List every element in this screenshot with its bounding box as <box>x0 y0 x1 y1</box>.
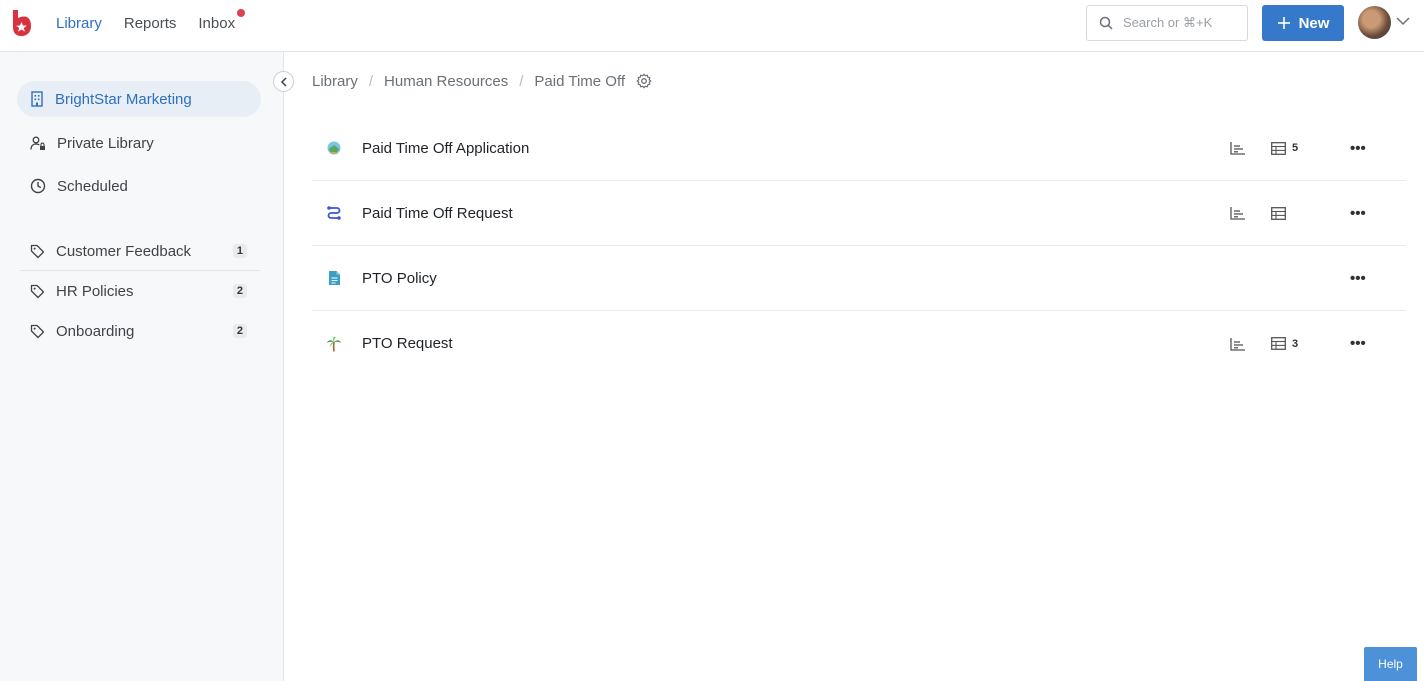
table-icon <box>1271 337 1286 350</box>
item-list: Paid Time Off Application 5 ••• Paid Tim… <box>312 116 1406 376</box>
sidebar-tag-customer-feedback[interactable]: Customer Feedback 1 <box>17 233 261 269</box>
item-name[interactable]: PTO Request <box>362 335 453 352</box>
table-icon <box>1271 206 1286 220</box>
tag-count-badge: 1 <box>232 244 247 258</box>
clock-icon <box>30 178 46 194</box>
table-count[interactable] <box>1271 206 1292 220</box>
item-name[interactable]: Paid Time Off Request <box>362 205 513 222</box>
item-name[interactable]: Paid Time Off Application <box>362 140 529 157</box>
table-count-value: 3 <box>1292 337 1299 350</box>
chart-icon[interactable] <box>1230 206 1246 220</box>
new-button[interactable]: New <box>1262 5 1344 41</box>
list-item[interactable]: Paid Time Off Application 5 ••• <box>312 116 1406 181</box>
sidebar-item-private-library[interactable]: Private Library <box>17 125 261 161</box>
sidebar-tag-label: HR Policies <box>56 282 134 300</box>
document-icon <box>326 270 342 286</box>
table-count-value: 5 <box>1292 142 1299 154</box>
sidebar-tag-label: Onboarding <box>56 322 135 340</box>
chart-icon[interactable] <box>1230 141 1246 155</box>
breadcrumb-paid-time-off: Paid Time Off <box>534 72 626 90</box>
nav-inbox-label: Inbox <box>198 14 236 32</box>
breadcrumb-separator: / <box>519 72 524 90</box>
chevron-left-icon <box>280 76 287 87</box>
notification-dot <box>237 8 246 17</box>
breadcrumb-separator: / <box>368 72 374 90</box>
list-item[interactable]: Paid Time Off Request ••• <box>312 181 1406 246</box>
chevron-down-icon[interactable] <box>1396 16 1410 26</box>
sidebar-item-scheduled[interactable]: Scheduled <box>17 168 261 204</box>
more-options-button[interactable]: ••• <box>1350 335 1366 352</box>
collapse-sidebar-button[interactable] <box>273 71 294 92</box>
breadcrumb-human-resources[interactable]: Human Resources <box>384 73 508 90</box>
new-button-label: New <box>1298 14 1330 32</box>
sidebar: BrightStar Marketing Private Library Sch… <box>0 52 284 681</box>
tag-count-badge: 2 <box>232 284 247 298</box>
table-count[interactable]: 3 <box>1271 337 1298 350</box>
globe-island-icon <box>326 140 342 156</box>
list-item[interactable]: PTO Policy ••• <box>312 246 1406 311</box>
breadcrumb: Library / Human Resources / Paid Time Of… <box>312 70 652 92</box>
plus-icon <box>1277 17 1290 29</box>
tag-count-badge: 2 <box>232 324 247 338</box>
more-options-button[interactable]: ••• <box>1350 205 1366 222</box>
search-input[interactable]: Search or ⌘+K <box>1086 5 1248 41</box>
chart-icon[interactable] <box>1230 337 1246 351</box>
sidebar-tag-hr-policies[interactable]: HR Policies 2 <box>17 273 261 309</box>
top-bar: Library Reports Inbox Search or ⌘+K New <box>0 0 1424 52</box>
nav-reports[interactable]: Reports <box>124 15 177 32</box>
item-name[interactable]: PTO Policy <box>362 270 437 287</box>
palm-tree-icon <box>326 336 342 352</box>
sidebar-item-label: BrightStar Marketing <box>55 90 192 108</box>
more-options-button[interactable]: ••• <box>1350 140 1366 157</box>
sidebar-item-brightstar-marketing[interactable]: BrightStar Marketing <box>17 81 261 117</box>
sidebar-tag-onboarding[interactable]: Onboarding 2 <box>17 313 261 349</box>
tag-icon <box>30 324 45 338</box>
app-logo-icon[interactable] <box>10 9 32 37</box>
sidebar-item-label: Scheduled <box>57 177 128 195</box>
building-icon <box>31 91 43 107</box>
sidebar-divider <box>20 270 260 271</box>
avatar[interactable] <box>1358 6 1391 39</box>
list-item[interactable]: PTO Request 3 ••• <box>312 311 1406 376</box>
sidebar-item-label: Private Library <box>57 134 154 152</box>
gear-icon[interactable] <box>636 73 652 89</box>
nav-inbox[interactable]: Inbox <box>198 8 246 32</box>
tag-icon <box>30 244 45 258</box>
more-options-button[interactable]: ••• <box>1350 270 1366 287</box>
breadcrumb-library[interactable]: Library <box>312 73 358 90</box>
main-nav: Library Reports Inbox <box>56 0 246 46</box>
search-icon <box>1099 16 1113 30</box>
search-placeholder: Search or ⌘+K <box>1123 15 1213 30</box>
tag-icon <box>30 284 45 298</box>
user-lock-icon <box>30 136 45 150</box>
sidebar-tag-label: Customer Feedback <box>56 242 192 260</box>
workflow-icon <box>326 205 342 221</box>
help-button[interactable]: Help <box>1364 647 1417 681</box>
table-icon <box>1271 141 1286 155</box>
table-count[interactable]: 5 <box>1271 141 1299 155</box>
nav-library[interactable]: Library <box>56 15 102 32</box>
